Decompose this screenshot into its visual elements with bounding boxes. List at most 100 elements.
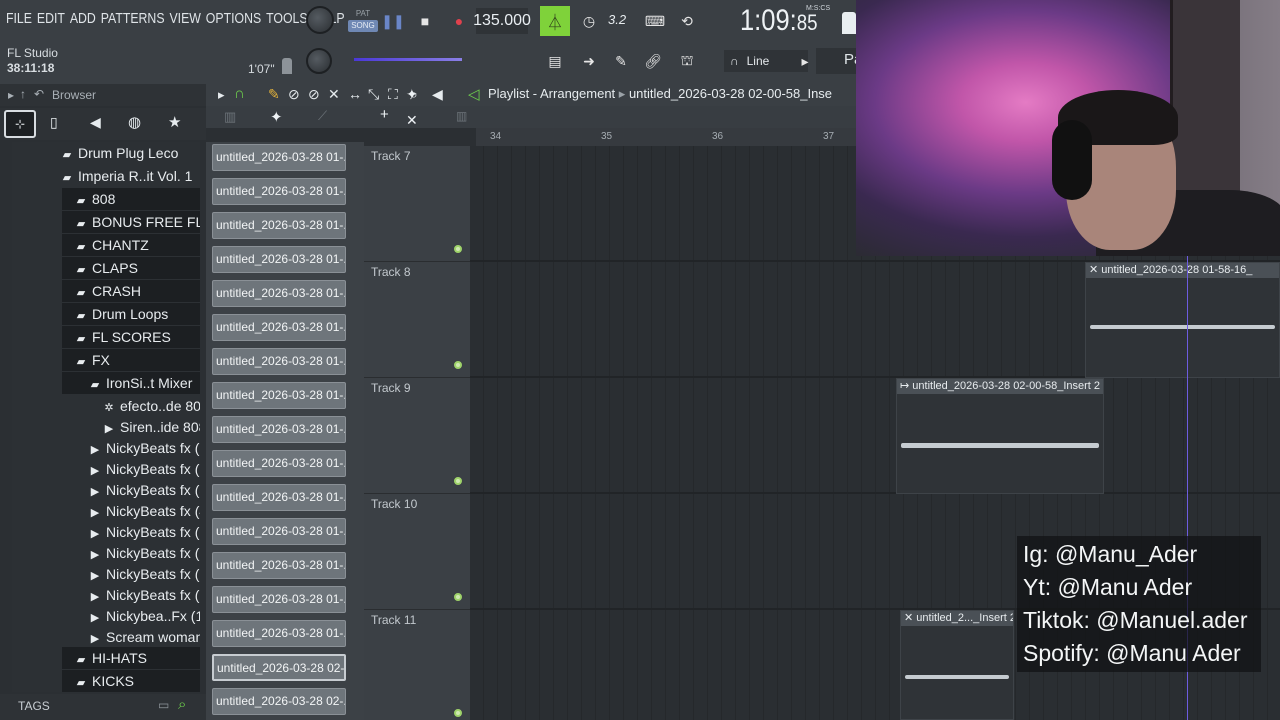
pattern-item[interactable]: untitled_2026-03-28 01-... bbox=[212, 552, 346, 579]
track-header[interactable]: Track 7 bbox=[364, 146, 470, 262]
browser-item[interactable]: ▰ FL SCORES bbox=[62, 326, 200, 348]
browser-item[interactable]: ▶NickyBeats fx (7) bbox=[12, 542, 200, 564]
automation-icon[interactable]: ⟋ bbox=[318, 108, 327, 124]
all-tab-icon[interactable]: ⊹ bbox=[4, 110, 36, 138]
audio-clip[interactable]: ✕ untitled_2..._Insert 2 bbox=[900, 610, 1014, 720]
piano-icon[interactable]: ▥ bbox=[224, 109, 236, 125]
browser-item[interactable]: ✲ efecto..de 808 bbox=[12, 395, 200, 417]
stop-icon[interactable]: ■ bbox=[410, 8, 440, 34]
browser-item[interactable]: ▰ FX bbox=[62, 349, 200, 371]
menu-view[interactable]: VIEW bbox=[169, 10, 200, 27]
browser-item[interactable]: ▰ 808 bbox=[62, 188, 200, 210]
up-arrow-icon[interactable]: ↑ bbox=[20, 87, 26, 101]
step-display[interactable]: 3.2 bbox=[608, 12, 626, 27]
pattern-item[interactable]: untitled_2026-03-28 01-... bbox=[212, 280, 346, 307]
menu-edit[interactable]: EDIT bbox=[37, 10, 65, 27]
track-enable-led[interactable] bbox=[454, 709, 462, 717]
track-header[interactable]: Track 9 bbox=[364, 378, 470, 494]
audio-clip[interactable]: ✕ untitled_2026-03-28 01-58-16_ bbox=[1085, 262, 1280, 378]
pattern-item[interactable]: untitled_2026-03-28 01-... bbox=[212, 450, 346, 477]
menu-add[interactable]: ADD bbox=[70, 10, 96, 27]
track-enable-led[interactable] bbox=[454, 245, 462, 253]
audio-clip-icon[interactable]: ✦ bbox=[270, 108, 283, 126]
pattern-item[interactable]: untitled_2026-03-28 01-... bbox=[212, 246, 346, 273]
close-pattern-icon[interactable]: ✕ bbox=[406, 112, 418, 129]
pattern-item[interactable]: untitled_2026-03-28 01-... bbox=[212, 314, 346, 341]
add-pattern-icon[interactable]: + bbox=[380, 106, 389, 123]
track-lane[interactable] bbox=[470, 378, 1280, 494]
master-pitch-knob[interactable] bbox=[306, 48, 332, 74]
menu-patterns[interactable]: PATTERNS bbox=[101, 10, 165, 27]
browser-item[interactable]: ▶ Scream woman bbox=[12, 626, 200, 648]
favorites-tab-icon[interactable]: ★ bbox=[168, 113, 181, 131]
world-tab-icon[interactable]: ◍ bbox=[128, 113, 141, 131]
track-header[interactable]: Track 10 bbox=[364, 494, 470, 610]
track-enable-led[interactable] bbox=[454, 477, 462, 485]
pattern-item[interactable]: untitled_2026-03-28 01-... bbox=[212, 348, 346, 375]
browser-item[interactable]: ▶NickyBeats fx (2) bbox=[12, 458, 200, 480]
menu-arrow-icon[interactable]: ▸ bbox=[218, 87, 225, 103]
stamp-tool-icon[interactable]: ⛫ bbox=[672, 48, 702, 74]
metronome-icon[interactable]: ⏃ bbox=[540, 6, 570, 36]
browser-item[interactable]: ▰ CRASH bbox=[62, 280, 200, 302]
pencil-tool-icon[interactable]: ✎ bbox=[606, 48, 636, 74]
mode-pat[interactable]: PAT bbox=[348, 8, 378, 20]
arrow-right-icon[interactable]: ➜ bbox=[574, 48, 604, 74]
pattern-item[interactable]: untitled_2026-03-28 01-... bbox=[212, 178, 346, 205]
browser-item[interactable]: ▶ Siren..ide 808 bbox=[12, 416, 200, 438]
browser-item[interactable]: ▰ CHANTZ bbox=[62, 234, 200, 256]
slip-tool-icon[interactable]: ↔ bbox=[348, 86, 362, 102]
track-header[interactable]: Track 8 bbox=[364, 262, 470, 378]
master-volume-knob[interactable] bbox=[306, 6, 334, 34]
speaker-icon[interactable]: ◁ bbox=[468, 85, 480, 103]
stamp-icon[interactable] bbox=[282, 58, 292, 74]
mute-tool-icon[interactable]: ✕ bbox=[328, 86, 340, 103]
pattern-item[interactable]: untitled_2026-03-28 02-... bbox=[212, 688, 346, 715]
folder-icon[interactable]: ▭ bbox=[158, 698, 169, 712]
menu-tools[interactable]: TOOLS bbox=[266, 10, 307, 27]
tempo-display[interactable]: 135.000 bbox=[473, 8, 531, 34]
back-icon[interactable]: ↶ bbox=[34, 87, 44, 101]
browser-item[interactable]: ▶NickyBeats fx (3) bbox=[12, 479, 200, 501]
pat-song-switch[interactable]: PAT SONG bbox=[348, 8, 378, 34]
wait-input-icon[interactable]: ◷ bbox=[574, 8, 604, 34]
pattern-selector[interactable]: Pa bbox=[816, 48, 862, 74]
pattern-item[interactable]: untitled_2026-03-28 01-... bbox=[212, 484, 346, 511]
pattern-item[interactable]: untitled_2026-03-28 01-... bbox=[212, 212, 346, 239]
track-enable-led[interactable] bbox=[454, 361, 462, 369]
slice-tool-icon[interactable]: ⤡ bbox=[368, 86, 379, 103]
waveform-icon[interactable]: ✦ bbox=[406, 86, 418, 103]
typing-keyboard-icon[interactable]: ⌨ bbox=[640, 8, 670, 34]
pattern-item[interactable]: untitled_2026-03-28 01-... bbox=[212, 620, 346, 647]
record-icon[interactable]: ● bbox=[444, 8, 474, 34]
delete-tool-icon[interactable]: ⊘ bbox=[308, 86, 320, 103]
track-piano-icon[interactable]: ▥ bbox=[456, 109, 467, 123]
browser-item[interactable]: ▰ Drum Plug Leco bbox=[12, 142, 200, 164]
browser-item[interactable]: ▶Nickybea..Fx (10) bbox=[12, 605, 200, 627]
loop-record-icon[interactable]: ⟲ bbox=[672, 8, 702, 34]
menu-file[interactable]: FILE bbox=[6, 10, 32, 27]
files-tab-icon[interactable]: ▯ bbox=[50, 114, 58, 131]
pattern-item[interactable]: untitled_2026-03-28 01-... bbox=[212, 416, 346, 443]
browser-item[interactable]: ▶NickyBeats fx (4) bbox=[12, 500, 200, 522]
browser-item[interactable]: ▰ HI-HATS bbox=[62, 647, 200, 669]
piano-roll-icon[interactable]: ▤ bbox=[540, 48, 570, 74]
browser-item[interactable]: ▶NickyBeats fx (6) bbox=[12, 521, 200, 543]
magnet-snap-icon[interactable]: ∩ bbox=[234, 85, 245, 102]
playback-tool-icon[interactable]: ◀ bbox=[432, 86, 443, 103]
pattern-item[interactable]: untitled_2026-03-28 02-... bbox=[212, 654, 346, 681]
mode-song[interactable]: SONG bbox=[348, 20, 378, 32]
paint-tool-icon[interactable]: ⊘ bbox=[288, 86, 300, 103]
browser-item[interactable]: ▰ Imperia R..it Vol. 1 bbox=[12, 165, 200, 187]
pattern-item[interactable]: untitled_2026-03-28 01-... bbox=[212, 144, 346, 171]
pattern-item[interactable]: untitled_2026-03-28 01-... bbox=[212, 518, 346, 545]
browser-item[interactable]: ▰ CLAPS bbox=[62, 257, 200, 279]
draw-tool-icon[interactable]: ✎ bbox=[268, 86, 280, 103]
speaker-tab-icon[interactable]: ◀ bbox=[90, 114, 101, 131]
browser-item[interactable]: ▰ IronSi..t Mixer bbox=[62, 372, 200, 394]
pattern-item[interactable]: untitled_2026-03-28 01-... bbox=[212, 586, 346, 613]
expand-icon[interactable]: ▸ bbox=[8, 88, 14, 102]
track-enable-led[interactable] bbox=[454, 593, 462, 601]
audio-clip[interactable]: ↦ untitled_2026-03-28 02-00-58_Insert 2 bbox=[896, 378, 1104, 494]
master-slider[interactable] bbox=[354, 58, 462, 61]
